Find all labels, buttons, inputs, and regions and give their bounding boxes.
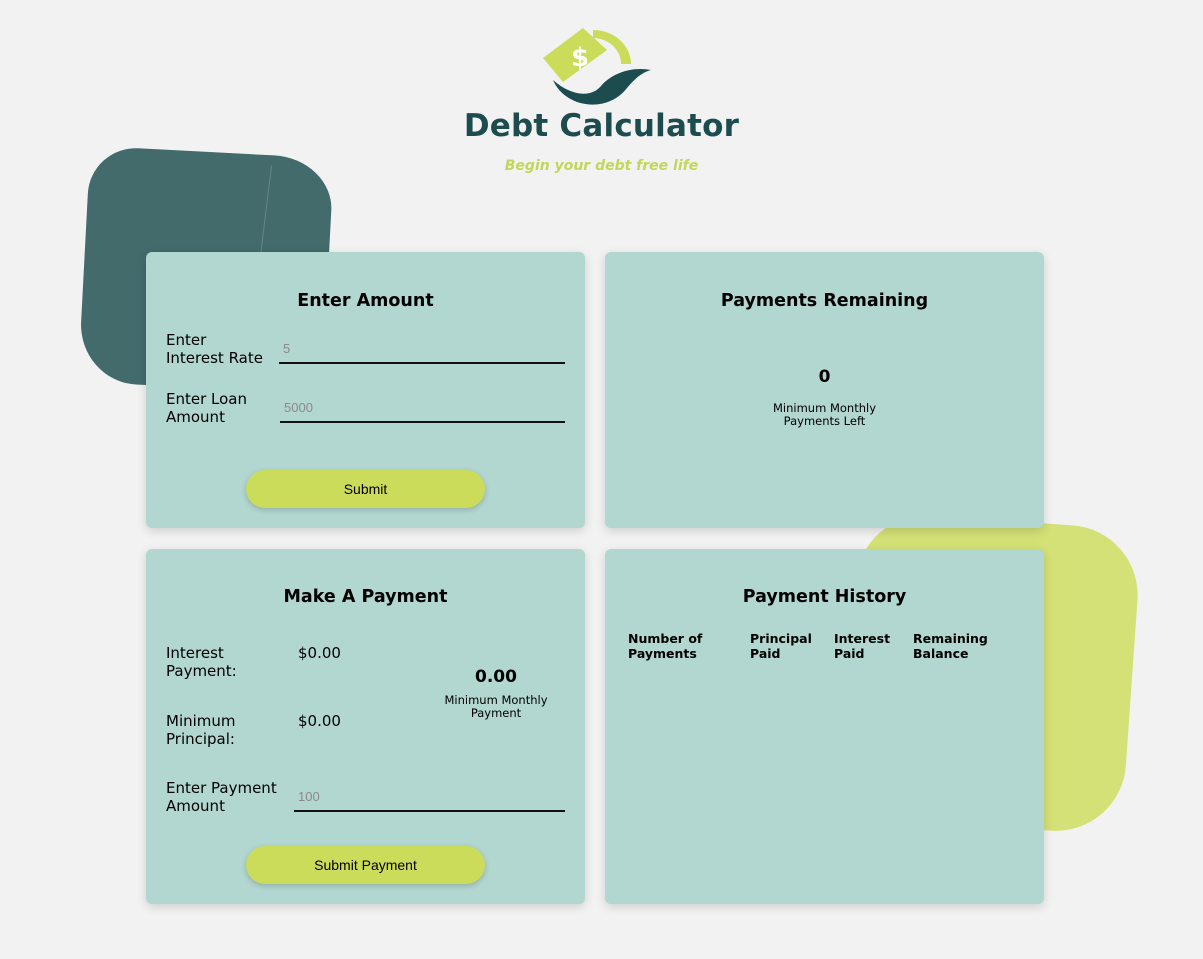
page-header: $ Debt Calculator Begin your debt free l… <box>0 0 1203 200</box>
minimum-monthly-value: 0.00 <box>475 667 517 687</box>
submit-button[interactable]: Submit <box>246 470 485 508</box>
payment-amount-label: Enter Payment Amount <box>166 779 277 815</box>
card-title: Enter Amount <box>297 291 434 311</box>
column-header-remaining-balance: Remaining Balance <box>913 631 988 661</box>
minimum-principal-label: Minimum Principal: <box>166 712 236 748</box>
payments-remaining-card: Payments Remaining 0 Minimum Monthly Pay… <box>605 252 1044 528</box>
dollar-leaf-logo-icon: $ <box>543 28 651 105</box>
loan-amount-input[interactable] <box>280 393 565 423</box>
submit-payment-button[interactable]: Submit Payment <box>246 846 485 884</box>
column-header-interest-paid: Interest Paid <box>834 631 891 661</box>
interest-rate-label: Enter Interest Rate <box>166 331 263 367</box>
column-header-principal-paid: Principal Paid <box>750 631 812 661</box>
interest-payment-label: Interest Payment: <box>166 644 237 680</box>
minimum-principal-value: $0.00 <box>298 712 341 730</box>
tagline: Begin your debt free life <box>504 158 699 174</box>
interest-rate-input[interactable] <box>279 334 565 364</box>
loan-amount-label: Enter Loan Amount <box>166 390 247 426</box>
payments-left-count: 0 <box>818 367 831 387</box>
make-payment-card: Make A Payment Interest Payment: $0.00 M… <box>146 549 585 904</box>
app-title: Debt Calculator <box>463 108 740 144</box>
card-title: Make A Payment <box>283 587 448 607</box>
card-title: Payment History <box>742 587 907 607</box>
payment-amount-input[interactable] <box>294 782 565 812</box>
payment-history-card: Payment History Number of Payments Princ… <box>605 549 1044 904</box>
svg-text:$: $ <box>571 43 589 73</box>
minimum-monthly-caption: Minimum Monthly Payment <box>444 693 548 720</box>
column-header-number-of-payments: Number of Payments <box>628 631 703 661</box>
enter-amount-card: Enter Amount Enter Interest Rate Enter L… <box>146 252 585 528</box>
payments-left-caption: Minimum Monthly Payments Left <box>773 401 876 428</box>
interest-payment-value: $0.00 <box>298 644 341 662</box>
card-title: Payments Remaining <box>720 291 929 311</box>
